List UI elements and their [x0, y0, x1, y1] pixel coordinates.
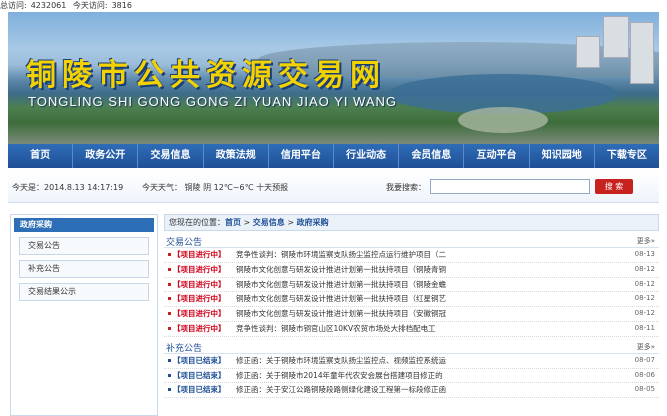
item-title-link[interactable]: 竞争性谈判：铜陵市环境监察支队扬尘监控点运行维护项目（二 — [236, 248, 626, 261]
more-link[interactable]: 更多» — [637, 236, 655, 246]
sidebar-heading: 政府采购 — [14, 218, 154, 232]
weather-info: 今天天气： 铜陵 阴 12℃~6℃ 十天预报 — [142, 183, 289, 192]
status-badge: 【项目进行中】 — [173, 250, 226, 259]
list-item[interactable]: 【项目已结束】 修正函：关于铜陵市环境监察支队扬尘监控点、视频监控系统运 08-07 — [164, 354, 659, 369]
breadcrumb-separator: > — [241, 218, 253, 227]
section-title: 交易公告 — [166, 238, 203, 248]
status-badge: 【项目进行中】 — [173, 264, 226, 274]
section-title: 补充公告 — [166, 343, 203, 354]
sidebar-item-supplement[interactable]: 补充公告 — [19, 260, 149, 278]
list-item[interactable]: 【项目已结束】 修正函：关于铜陵市2014年童年代农安会展台搭建项目修正的 08-0… — [164, 369, 659, 384]
status-badge: 【项目进行中】 — [173, 279, 226, 289]
bullet-icon — [168, 282, 171, 286]
item-date: 08-06 — [634, 370, 655, 379]
today-visits-label: 今天访问: — [72, 1, 108, 10]
item-date: 08-12 — [634, 294, 655, 303]
item-title-link[interactable]: 铜陵市文化创意与研发设计推进计划第一批扶持项目（铜陵金蟾 — [236, 278, 626, 291]
item-date: 08-11 — [634, 323, 655, 332]
item-title-link[interactable]: 修正函：关于铜陵市2014年童年代农安会展台搭建项目修正的 — [236, 369, 626, 382]
nav-item[interactable]: 交易信息 — [138, 144, 204, 168]
site-title-pinyin: TONGLING SHI GONG GONG ZI YUAN JIAO YI W… — [28, 94, 398, 109]
list-item[interactable]: 【项目进行中】 竞争性谈判：铜陵市铜官山区10KV农贸市场处大排档配电工 08-11 — [164, 322, 659, 337]
current-date: 今天是：2014.8.13 14:17:19 — [12, 183, 124, 192]
item-date: 08-12 — [634, 279, 655, 288]
nav-item[interactable]: 信用平台 — [269, 144, 335, 168]
nav-item[interactable]: 首页 — [8, 144, 74, 168]
item-date: 08-05 — [634, 385, 655, 394]
status-badge: 【项目进行中】 — [173, 309, 226, 319]
item-title-link[interactable]: 竞争性谈判：铜陵市铜官山区10KV农贸市场处大排档配电工 — [236, 322, 626, 335]
banner-building — [630, 22, 654, 84]
status-badge: 【项目已结束】 — [173, 355, 226, 365]
search-button[interactable]: 搜 索 — [595, 179, 633, 194]
main-content: 您现在的位置：首页 > 交易信息 > 政府采购 交易公告 更多» 【项目进行中】… — [164, 214, 659, 414]
bullet-icon — [168, 326, 171, 330]
search-input[interactable] — [430, 179, 590, 194]
status-badge: 【项目已结束】 — [173, 385, 226, 395]
breadcrumb-separator: > — [284, 218, 297, 227]
bullet-icon — [168, 358, 171, 362]
list-item[interactable]: 【项目进行中】 铜陵市文化创意与研发设计推进计划第一批扶持项目（红星铜艺 08-12 — [164, 292, 659, 308]
status-badge: 【项目已结束】 — [173, 370, 226, 380]
breadcrumb-prefix: 您现在的位置： — [169, 218, 225, 227]
bullet-icon — [168, 388, 171, 392]
list-item[interactable]: 【项目进行中】 竞争性谈判：铜陵市环境监察支队扬尘监控点运行维护项目（二 08-13 — [164, 248, 659, 263]
section-header-supplements: 补充公告 更多» — [164, 340, 659, 354]
item-title-link[interactable]: 铜陵市文化创意与研发设计推进计划第一批扶持项目（红星铜艺 — [236, 292, 626, 305]
nav-item[interactable]: 下载专区 — [595, 144, 659, 168]
sidebar: 政府采购 交易公告 补充公告 交易结果公示 — [10, 214, 158, 416]
info-bar: 今天是：2014.8.13 14:17:19 今天天气： 铜陵 阴 12℃~6℃… — [8, 172, 659, 203]
bullet-icon — [168, 373, 171, 377]
sidebar-item-announcement[interactable]: 交易公告 — [19, 237, 149, 255]
item-date: 08-12 — [634, 264, 655, 273]
breadcrumb-level1[interactable]: 交易信息 — [253, 218, 285, 227]
bullet-icon — [168, 312, 171, 316]
bullet-icon — [168, 253, 171, 256]
item-date: 08-12 — [634, 309, 655, 318]
bullet-icon — [168, 267, 171, 271]
banner-building — [576, 36, 600, 68]
list-item[interactable]: 【项目进行中】 铜陵市文化创意与研发设计推进计划第一批扶持项目（铜陵金蟾 08-12 — [164, 278, 659, 293]
total-visits-label: 总访问: — [0, 1, 27, 10]
item-title-link[interactable]: 铜陵市文化创意与研发设计推进计划第一批扶持项目（安徽铜冠 — [236, 307, 626, 320]
total-visits-value: 4232061 — [30, 1, 67, 10]
site-title: 铜陵市公共资源交易网 — [26, 58, 386, 93]
bullet-icon — [168, 297, 171, 301]
list-item[interactable]: 【项目进行中】 铜陵市文化创意与研发设计推进计划第一批扶持项目（铜陵青铜 08-12 — [164, 263, 659, 278]
nav-item[interactable]: 会员信息 — [399, 144, 465, 168]
breadcrumb: 您现在的位置：首页 > 交易信息 > 政府采购 — [164, 214, 659, 231]
item-title-link[interactable]: 修正函：关于安江公路铜陵段路侧绿化建设工程第一标段修正函 — [236, 383, 626, 396]
banner-plaza — [458, 107, 548, 133]
nav-item[interactable]: 政策法规 — [204, 144, 269, 168]
visit-stats: 总访问: 4232061 今天访问: 3816 — [0, 0, 667, 12]
nav-item[interactable]: 知识园地 — [530, 144, 595, 168]
list-item[interactable]: 【项目进行中】 铜陵市文化创意与研发设计推进计划第一批扶持项目（安徽铜冠 08-12 — [164, 307, 659, 322]
header-banner: 铜陵市公共资源交易网 TONGLING SHI GONG GONG ZI YUA… — [8, 12, 659, 144]
nav-item[interactable]: 政务公开 — [73, 144, 139, 168]
search-label: 我要搜索： — [386, 183, 426, 192]
list-item[interactable]: 【项目已结束】 修正函：关于安江公路铜陵段路侧绿化建设工程第一标段修正函 08-05 — [164, 383, 659, 399]
item-title-link[interactable]: 修正函：关于铜陵市环境监察支队扬尘监控点、视频监控系统运 — [236, 354, 626, 367]
breadcrumb-home[interactable]: 首页 — [225, 218, 241, 227]
sidebar-item-results[interactable]: 交易结果公示 — [19, 283, 149, 301]
status-badge: 【项目进行中】 — [173, 323, 226, 333]
breadcrumb-level2[interactable]: 政府采购 — [297, 218, 329, 227]
main-nav: 首页 政务公开 交易信息 政策法规 信用平台 行业动态 会员信息 互动平台 知识… — [8, 144, 659, 168]
nav-item[interactable]: 行业动态 — [334, 144, 400, 168]
nav-item[interactable]: 互动平台 — [464, 144, 530, 168]
item-date: 08-07 — [634, 355, 655, 364]
more-link[interactable]: 更多» — [637, 342, 655, 352]
section-header-announcements: 交易公告 更多» — [164, 234, 659, 248]
banner-building — [603, 16, 629, 58]
item-title-link[interactable]: 铜陵市文化创意与研发设计推进计划第一批扶持项目（铜陵青铜 — [236, 263, 626, 276]
today-visits-value: 3816 — [111, 1, 132, 10]
status-badge: 【项目进行中】 — [173, 294, 226, 304]
item-date: 08-13 — [634, 250, 655, 258]
